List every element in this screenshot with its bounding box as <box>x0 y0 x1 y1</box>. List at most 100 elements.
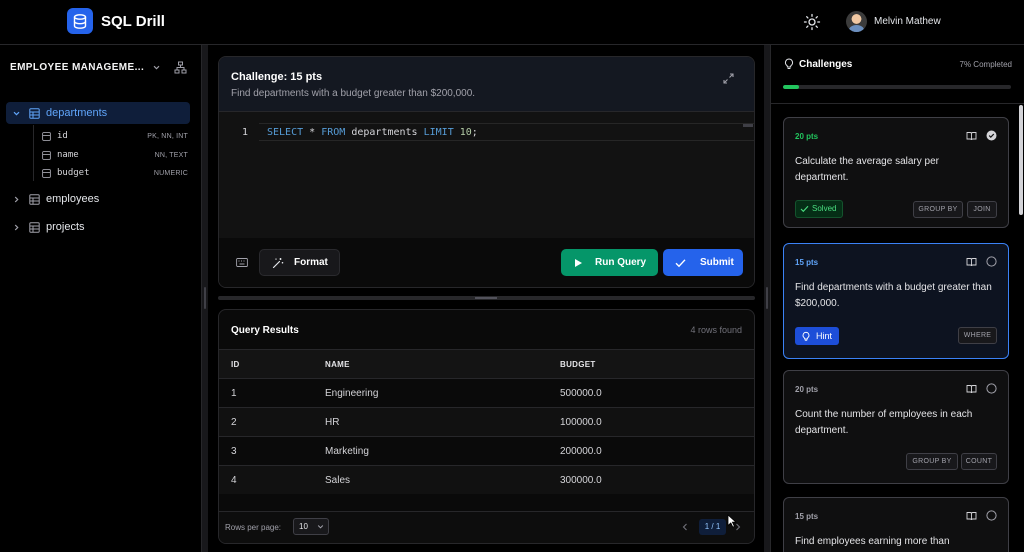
challenges-title: Challenges <box>799 59 853 70</box>
challenge-card[interactable]: 20 pts Calculate the average salary per … <box>783 117 1009 228</box>
table-item-employees[interactable]: employees <box>6 188 190 210</box>
play-icon <box>575 258 582 267</box>
table-icon <box>29 221 40 233</box>
tag-badge: GROUP BY <box>913 201 963 218</box>
column-item-budget[interactable]: budget NUMERIC <box>42 165 188 181</box>
submit-button[interactable]: Submit <box>663 249 743 276</box>
book-icon[interactable] <box>966 511 977 521</box>
lightbulb-icon <box>802 331 810 341</box>
schema-diagram-icon[interactable] <box>174 61 187 74</box>
results-title: Query Results <box>231 325 299 336</box>
pagination-bar: Rows per page: 10 1 / 1 <box>219 511 754 543</box>
table-name: projects <box>46 221 85 233</box>
column-header[interactable]: NAME <box>325 360 350 369</box>
column-item-name[interactable]: name NN, TEXT <box>42 147 188 163</box>
code-line[interactable]: SELECT * FROM departments LIMIT 10; <box>267 127 478 138</box>
hint-button[interactable]: Hint <box>795 327 840 345</box>
book-icon[interactable] <box>966 131 977 141</box>
column-icon <box>42 150 51 160</box>
editor-panel: Challenge: 15 pts Find departments with … <box>218 56 755 288</box>
challenge-card[interactable]: 20 pts Count the number of employees in … <box>783 370 1009 484</box>
code-punctuation: ; <box>471 127 478 138</box>
chevron-right-icon <box>14 224 19 230</box>
results-panel: Query Results 4 rows found ID NAME BUDGE… <box>218 309 755 544</box>
editor-results-resize-handle[interactable] <box>218 296 755 300</box>
table-cell: HR <box>325 417 340 428</box>
challenge-description: Find employees earning more than <box>795 536 950 547</box>
challenge-points: 20 pts <box>795 132 819 141</box>
chevron-down-icon[interactable] <box>152 63 161 72</box>
resize-grip[interactable] <box>766 287 768 309</box>
code-keyword: FROM <box>321 127 346 138</box>
editor-scroll-marker <box>743 124 753 127</box>
sun-icon[interactable] <box>803 13 821 31</box>
empty-circle-icon <box>986 256 997 267</box>
table-cell: Sales <box>325 475 351 486</box>
column-name: name <box>57 150 79 160</box>
table-row: 2 HR 100000.0 <box>219 407 754 436</box>
rows-per-page-select[interactable]: 10 <box>293 518 329 535</box>
divider <box>771 103 1024 104</box>
user-avatar[interactable] <box>846 11 867 32</box>
table-icon <box>29 193 40 205</box>
book-icon[interactable] <box>966 257 977 267</box>
column-type: NUMERIC <box>153 169 188 177</box>
table-cell: 300000.0 <box>560 475 602 486</box>
table-cell: Marketing <box>325 446 369 457</box>
resize-grip[interactable] <box>204 287 206 309</box>
column-item-id[interactable]: id PK, NN, INT <box>42 128 188 144</box>
keyboard-icon[interactable] <box>236 257 248 268</box>
code-keyword: LIMIT <box>423 127 454 138</box>
sidebar-resize-handle[interactable] <box>202 45 208 552</box>
chevron-left-icon[interactable] <box>681 522 689 532</box>
database-logo-icon <box>67 8 93 34</box>
challenge-description: Count the number of employees in each de… <box>795 409 973 436</box>
user-name[interactable]: Melvin Mathew <box>874 16 941 27</box>
resize-grip[interactable] <box>475 297 497 299</box>
table-item-projects[interactable]: projects <box>6 216 190 238</box>
column-name: id <box>57 131 68 141</box>
table-name: departments <box>46 107 108 119</box>
column-icon <box>42 131 51 141</box>
table-row: 4 Sales 300000.0 <box>219 465 754 494</box>
challenge-points: 15 pts <box>795 512 819 521</box>
challenges-panel: Challenges 7% Completed 20 pts Calculate… <box>770 45 1024 552</box>
scrollbar-thumb[interactable] <box>1019 105 1023 215</box>
column-icon <box>42 168 51 178</box>
empty-circle-icon <box>986 510 997 521</box>
sql-code-editor[interactable]: 1 SELECT * FROM departments LIMIT 10; <box>219 112 754 238</box>
tag-badge: COUNT <box>961 453 997 470</box>
app-title: SQL Drill <box>101 13 165 30</box>
table-cell: 1 <box>231 388 237 399</box>
code-operator: * <box>309 127 316 138</box>
table-name: employees <box>46 193 100 205</box>
table-cell: 4 <box>231 475 237 486</box>
tag-badge: JOIN <box>967 201 997 218</box>
column-header[interactable]: ID <box>231 360 240 369</box>
challenge-card[interactable]: 15 pts Find employees earning more than <box>783 497 1009 552</box>
table-item-departments[interactable]: departments <box>6 102 190 124</box>
tag-badge: WHERE <box>958 327 997 344</box>
schema-sidebar: EMPLOYEE MANAGEME... departments id PK, … <box>0 45 202 552</box>
database-title[interactable]: EMPLOYEE MANAGEME... <box>10 62 144 73</box>
code-keyword: SELECT <box>267 127 304 138</box>
table-header-row: ID NAME BUDGET <box>219 349 754 378</box>
expand-icon[interactable] <box>722 72 735 85</box>
code-number: 10 <box>459 127 472 138</box>
run-query-button[interactable]: Run Query <box>561 249 658 276</box>
completion-progress-bar <box>783 85 1011 89</box>
table-cell: Engineering <box>325 388 379 399</box>
chevron-down-icon <box>13 111 20 116</box>
table-cell: 100000.0 <box>560 417 602 428</box>
challenge-description: Find departments with a budget greater t… <box>795 282 992 309</box>
mouse-pointer-icon <box>727 514 738 528</box>
rows-per-page-value: 10 <box>299 522 308 531</box>
challenge-card-active[interactable]: 15 pts Find departments with a budget gr… <box>783 243 1009 359</box>
challenge-header: Challenge: 15 pts Find departments with … <box>219 57 754 112</box>
book-icon[interactable] <box>966 384 977 394</box>
format-button[interactable]: Format <box>259 249 340 276</box>
rows-per-page-label: Rows per page: <box>225 523 282 532</box>
column-header[interactable]: BUDGET <box>560 360 596 369</box>
table-icon <box>29 107 40 119</box>
lightbulb-icon <box>784 58 794 69</box>
